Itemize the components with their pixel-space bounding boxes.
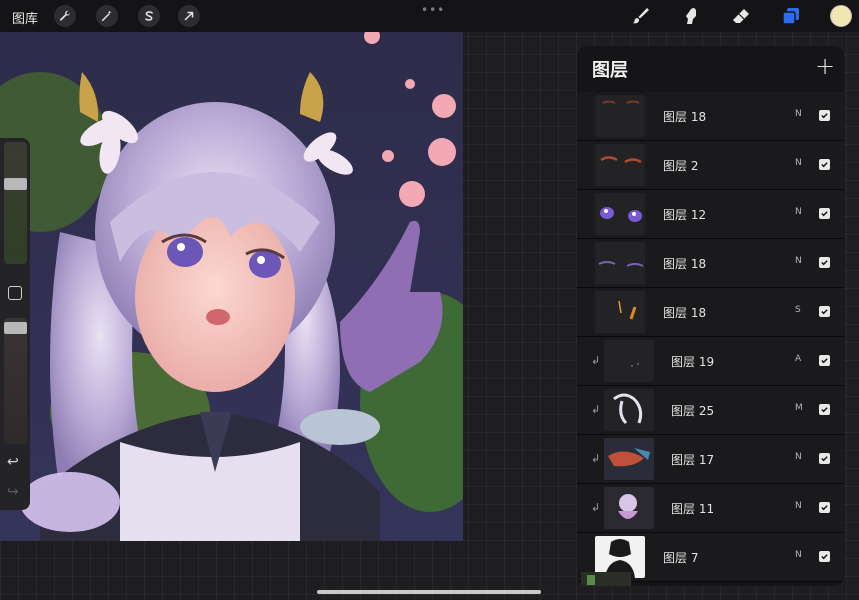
opacity-thumb[interactable]: [4, 322, 27, 334]
smudge-finger-icon[interactable]: [679, 4, 703, 28]
clipping-mask-icon: ↲: [591, 452, 601, 465]
brush-size-thumb[interactable]: [4, 178, 27, 190]
layer-thumbnail: [595, 144, 645, 186]
visibility-checkbox[interactable]: [819, 502, 830, 513]
blend-mode-label[interactable]: N: [795, 256, 802, 266]
visibility-checkbox[interactable]: [819, 208, 830, 219]
blend-mode-label[interactable]: N: [795, 109, 802, 119]
layer-thumbnail: [595, 242, 645, 284]
actions-wrench-icon[interactable]: [54, 5, 76, 27]
brush-size-slider[interactable]: [4, 142, 27, 264]
layer-row[interactable]: 图层 2 N: [577, 141, 844, 190]
layer-name: 图层 17: [671, 453, 715, 467]
drawing-canvas[interactable]: [0, 32, 463, 541]
blend-mode-label[interactable]: N: [795, 207, 802, 217]
layer-row[interactable]: ↲ 图层 11 N: [577, 484, 844, 533]
layer-thumbnail: [595, 193, 645, 235]
layer-thumbnail-partial[interactable]: [581, 572, 631, 586]
layer-name: 图层 18: [663, 306, 707, 320]
layer-name: 图层 7: [663, 551, 699, 565]
visibility-checkbox[interactable]: [819, 453, 830, 464]
blend-mode-label[interactable]: N: [795, 158, 802, 168]
eraser-icon[interactable]: [729, 4, 753, 28]
brush-icon[interactable]: [628, 4, 652, 28]
layer-name: 图层 19: [671, 355, 715, 369]
layers-panel-title: 图层: [592, 60, 628, 81]
visibility-checkbox[interactable]: [819, 306, 830, 317]
layer-name: 图层 12: [663, 208, 707, 222]
visibility-checkbox[interactable]: [819, 551, 830, 562]
transform-arrow-cursor-icon[interactable]: [178, 5, 200, 27]
blend-mode-label[interactable]: N: [795, 550, 802, 560]
layers-icon[interactable]: [779, 4, 803, 28]
layer-row[interactable]: ↲ 图层 19 A: [577, 337, 844, 386]
blend-mode-label[interactable]: S: [795, 305, 801, 315]
blend-mode-label[interactable]: M: [795, 403, 803, 413]
layer-name: 图层 2: [663, 159, 699, 173]
artwork-illustration: [0, 32, 463, 541]
color-picker-swatch[interactable]: [830, 5, 852, 27]
left-sidebar: ↩ ↪: [0, 138, 30, 510]
layer-name: 图层 25: [671, 404, 715, 418]
layer-thumbnail: [604, 438, 654, 480]
blend-mode-label[interactable]: N: [795, 452, 802, 462]
redo-icon[interactable]: ↪: [7, 484, 19, 500]
selection-s-icon[interactable]: [138, 5, 160, 27]
clipping-mask-icon: ↲: [591, 403, 601, 416]
adjustments-magic-wand-icon[interactable]: [96, 5, 118, 27]
modify-button[interactable]: [8, 286, 22, 300]
clipping-mask-icon: ↲: [591, 354, 601, 367]
layer-row[interactable]: ↲ 图层 25 M: [577, 386, 844, 435]
layer-row[interactable]: 图层 18 N: [577, 239, 844, 288]
layer-row[interactable]: 图层 18 N: [577, 92, 844, 141]
layer-name: 图层 11: [671, 502, 715, 516]
blend-mode-label[interactable]: N: [795, 501, 802, 511]
drag-handle[interactable]: •••: [421, 3, 445, 17]
visibility-checkbox[interactable]: [819, 159, 830, 170]
blend-mode-label[interactable]: A: [795, 354, 801, 364]
layer-thumbnail: [604, 389, 654, 431]
visibility-checkbox[interactable]: [819, 404, 830, 415]
opacity-slider[interactable]: [4, 318, 27, 444]
layer-name: 图层 18: [663, 257, 707, 271]
top-toolbar: 图库 •••: [0, 0, 859, 32]
layers-list: 图层 18 N 图层 2 N 图层 12 N 图层 18 N 图层 18 S ↲…: [577, 92, 844, 582]
home-indicator[interactable]: [317, 590, 541, 594]
visibility-checkbox[interactable]: [819, 355, 830, 366]
visibility-checkbox[interactable]: [819, 110, 830, 121]
layer-row[interactable]: 图层 18 S: [577, 288, 844, 337]
layer-thumbnail: [604, 487, 654, 529]
layer-name: 图层 18: [663, 110, 707, 124]
layer-thumbnail: [595, 95, 645, 137]
add-layer-button[interactable]: +: [815, 52, 835, 80]
layer-row[interactable]: 图层 12 N: [577, 190, 844, 239]
clipping-mask-icon: ↲: [591, 501, 601, 514]
gallery-button[interactable]: 图库: [12, 8, 38, 27]
layer-thumbnail: [604, 340, 654, 382]
undo-icon[interactable]: ↩: [7, 454, 19, 470]
visibility-checkbox[interactable]: [819, 257, 830, 268]
layers-panel: 图层 + 图层 18 N 图层 2 N 图层 12 N 图层 18 N 图层 1…: [577, 46, 844, 586]
layer-row[interactable]: ↲ 图层 17 N: [577, 435, 844, 484]
layer-thumbnail: [595, 291, 645, 333]
